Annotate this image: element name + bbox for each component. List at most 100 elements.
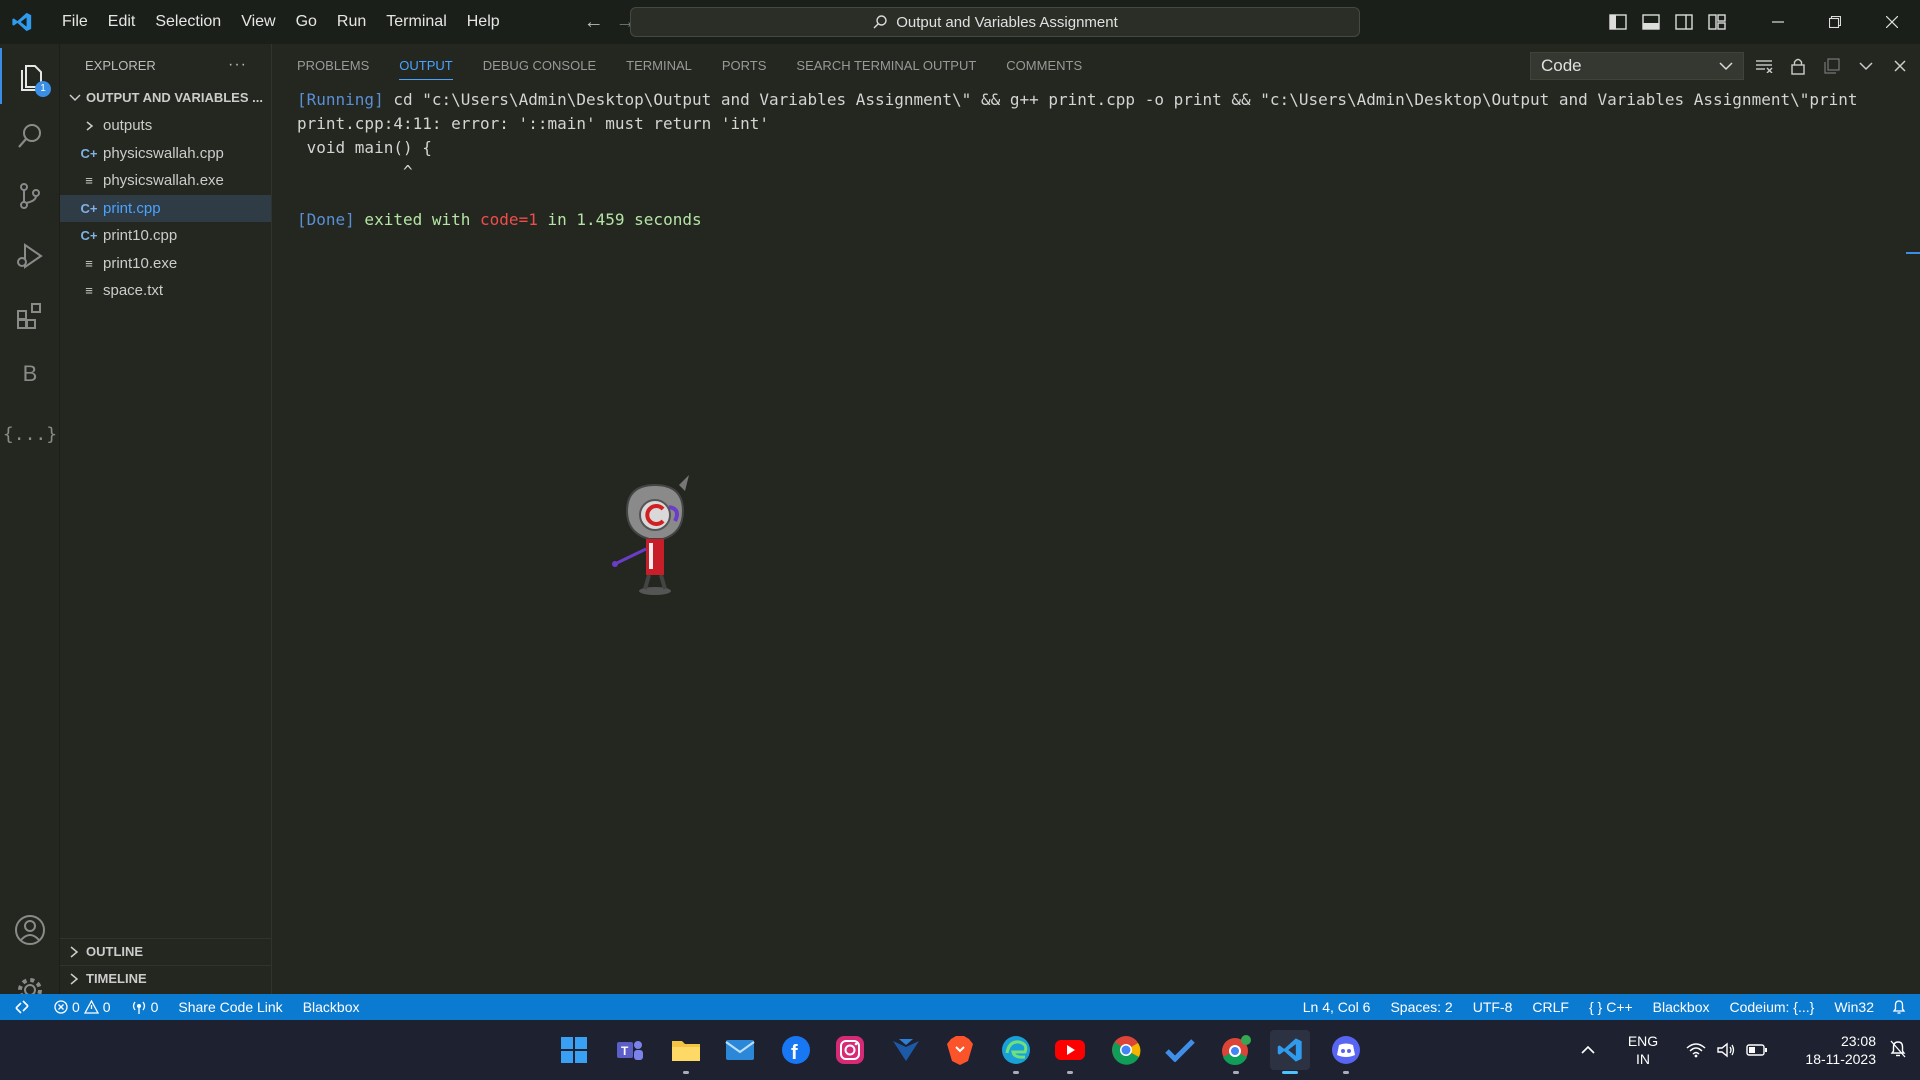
exit-code: code=1: [480, 210, 538, 229]
instagram-icon[interactable]: [830, 1030, 870, 1070]
extensions-icon[interactable]: [0, 288, 60, 344]
clear-output-icon[interactable]: [1751, 54, 1777, 78]
more-actions-icon[interactable]: ···: [228, 56, 247, 74]
close-window-icon[interactable]: [1863, 0, 1920, 44]
menu-view[interactable]: View: [231, 0, 285, 44]
menu-edit[interactable]: Edit: [98, 0, 146, 44]
vscode-logo-icon[interactable]: [0, 0, 44, 44]
windows-start-icon[interactable]: [554, 1030, 594, 1070]
source-control-icon[interactable]: [0, 168, 60, 224]
tab-search-terminal-output[interactable]: SEARCH TERMINAL OUTPUT: [796, 44, 976, 88]
accounts-icon[interactable]: [0, 902, 60, 958]
tree-item-label: print10.cpp: [103, 227, 178, 245]
search-view-icon[interactable]: [0, 108, 60, 164]
close-panel-icon[interactable]: [1887, 54, 1913, 78]
tab-output[interactable]: OUTPUT: [399, 44, 454, 88]
todo-icon[interactable]: [1160, 1030, 1200, 1070]
output-line-error: print.cpp:4:11: error: '::main' must ret…: [297, 114, 770, 133]
error-icon: [54, 1000, 68, 1014]
tab-debug-console[interactable]: DEBUG CONSOLE: [483, 44, 596, 88]
chrome-profile-icon[interactable]: [1216, 1030, 1256, 1074]
running-tag: [Running]: [297, 90, 384, 109]
problems-status[interactable]: 0 0: [44, 994, 121, 1020]
facebook-icon[interactable]: f: [776, 1030, 816, 1070]
menu-run[interactable]: Run: [327, 0, 376, 44]
toggle-primary-sidebar-icon[interactable]: [1601, 0, 1634, 44]
edge-browser-icon[interactable]: [996, 1030, 1036, 1074]
language-mode[interactable]: { } C++: [1579, 994, 1643, 1020]
file-explorer-icon[interactable]: [666, 1030, 706, 1074]
run-debug-icon[interactable]: [0, 228, 60, 284]
blackbox-icon[interactable]: B: [0, 346, 60, 402]
menu-terminal[interactable]: Terminal: [376, 0, 456, 44]
timeline-label: TIMELINE: [86, 971, 147, 986]
toggle-secondary-sidebar-icon[interactable]: [1667, 0, 1700, 44]
back-arrow-icon[interactable]: ←: [578, 11, 610, 34]
workspace-folder-name: OUTPUT AND VARIABLES ...: [86, 89, 263, 105]
menu-selection[interactable]: Selection: [145, 0, 231, 44]
tab-terminal[interactable]: TERMINAL: [626, 44, 692, 88]
clock[interactable]: 23:08 18-11-2023: [1790, 1032, 1876, 1068]
testbook-app-icon[interactable]: [886, 1030, 926, 1070]
tab-ports[interactable]: PORTS: [722, 44, 767, 88]
tree-item-outputs[interactable]: outputs: [60, 112, 271, 140]
menu-file[interactable]: File: [52, 0, 98, 44]
ports-status[interactable]: 0: [121, 994, 169, 1020]
done-tag: [Done]: [297, 210, 355, 229]
tree-item-physicswallah-cpp[interactable]: C+ physicswallah.cpp: [60, 140, 271, 168]
customize-layout-icon[interactable]: [1700, 0, 1733, 44]
explorer-icon[interactable]: 1: [0, 48, 60, 104]
menu-bar: File Edit Selection View Go Run Terminal…: [52, 0, 510, 44]
discord-icon[interactable]: [1326, 1030, 1366, 1074]
tree-item-physicswallah-exe[interactable]: ≡ physicswallah.exe: [60, 167, 271, 195]
tree-item-print10-cpp[interactable]: C+ print10.cpp: [60, 222, 271, 250]
tree-item-label: print10.exe: [103, 254, 178, 272]
title-bar: File Edit Selection View Go Run Terminal…: [0, 0, 1920, 44]
restore-icon[interactable]: [1806, 0, 1863, 44]
toggle-panel-icon[interactable]: [1634, 0, 1667, 44]
quick-settings[interactable]: [1686, 1042, 1768, 1058]
minimize-icon[interactable]: [1749, 0, 1806, 44]
done-time: 1.459: [576, 210, 625, 229]
platform-status[interactable]: Win32: [1824, 994, 1884, 1020]
outline-section-header[interactable]: OUTLINE: [60, 938, 272, 964]
json-braces-icon[interactable]: {...}: [0, 406, 60, 462]
lock-scroll-icon[interactable]: [1785, 54, 1811, 78]
panel-chevron-down-icon[interactable]: [1853, 54, 1879, 78]
vscode-taskbar-icon[interactable]: [1270, 1030, 1310, 1074]
tree-item-print-cpp[interactable]: C+ print.cpp: [60, 194, 271, 222]
notifications-bell-icon[interactable]: [1884, 994, 1920, 1020]
tab-problems[interactable]: PROBLEMS: [297, 44, 369, 88]
tree-item-print10-exe[interactable]: ≡ print10.exe: [60, 250, 271, 278]
blackbox-status-right[interactable]: Blackbox: [1643, 994, 1720, 1020]
tree-item-space-txt[interactable]: ≡ space.txt: [60, 277, 271, 305]
sidebar-title: EXPLORER: [85, 57, 156, 73]
menu-help[interactable]: Help: [457, 0, 510, 44]
share-code-link[interactable]: Share Code Link: [168, 994, 292, 1020]
encoding[interactable]: UTF-8: [1463, 994, 1523, 1020]
cursor-position[interactable]: Ln 4, Col 6: [1293, 994, 1381, 1020]
maximize-panel-icon[interactable]: [1819, 54, 1845, 78]
mail-icon[interactable]: [720, 1030, 760, 1070]
blackbox-status[interactable]: Blackbox: [293, 994, 370, 1020]
status-bar: 0 0 0 Share Code Link Blackbox Ln 4, Col…: [0, 994, 1920, 1020]
youtube-icon[interactable]: [1050, 1030, 1090, 1074]
line-endings[interactable]: CRLF: [1522, 994, 1579, 1020]
teams-icon[interactable]: T: [610, 1030, 650, 1070]
explorer-sidebar: EXPLORER ··· OUTPUT AND VARIABLES ... ou…: [60, 44, 272, 994]
command-center-search[interactable]: Output and Variables Assignment: [630, 7, 1360, 37]
remote-icon[interactable]: [0, 994, 44, 1020]
timeline-section-header[interactable]: TIMELINE: [60, 965, 272, 991]
brave-browser-icon[interactable]: [940, 1030, 980, 1070]
tab-comments[interactable]: COMMENTS: [1006, 44, 1082, 88]
chrome-icon[interactable]: [1106, 1030, 1146, 1070]
input-language[interactable]: ENG IN: [1620, 1032, 1666, 1068]
codeium-status[interactable]: Codeium: {...}: [1719, 994, 1824, 1020]
menu-go[interactable]: Go: [286, 0, 327, 44]
output-channel-select[interactable]: Code: [1530, 52, 1744, 80]
show-hidden-icons-chevron-up-icon[interactable]: [1568, 1042, 1608, 1058]
notification-center-icon[interactable]: [1876, 1040, 1920, 1061]
output-text: [Running] cd "c:\Users\Admin\Desktop\Out…: [297, 88, 1858, 232]
workspace-folder-header[interactable]: OUTPUT AND VARIABLES ...: [60, 86, 271, 108]
indentation[interactable]: Spaces: 2: [1380, 994, 1462, 1020]
